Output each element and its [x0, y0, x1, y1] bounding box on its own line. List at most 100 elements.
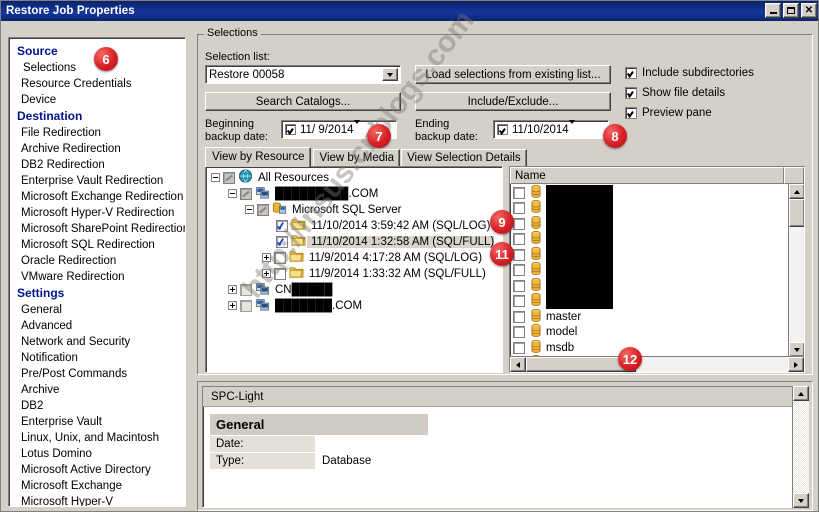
beginning-date-dropdown-icon[interactable]	[353, 119, 360, 136]
scroll-thumb[interactable]	[789, 199, 804, 227]
tree-node-checkbox[interactable]	[276, 219, 288, 232]
list-item-checkbox[interactable]	[513, 264, 525, 277]
expand-plus-icon[interactable]	[228, 285, 237, 294]
scroll-track[interactable]	[789, 227, 804, 342]
preview-pane-option[interactable]: Preview pane	[625, 107, 712, 119]
sidebar-item-lotus-domino[interactable]: Lotus Domino	[9, 446, 185, 462]
sidebar-item-linux-unix-and-macintosh[interactable]: Linux, Unix, and Macintosh	[9, 430, 185, 446]
scroll-right-button[interactable]	[788, 357, 804, 372]
maximize-button[interactable]	[783, 3, 799, 18]
sidebar-item-microsoft-sharepoint-redirection[interactable]: Microsoft SharePoint Redirection	[9, 221, 185, 237]
sidebar-item-microsoft-exchange[interactable]: Microsoft Exchange	[9, 478, 185, 494]
tree-node[interactable]: CN█████	[228, 282, 332, 297]
tree-node-checkbox[interactable]	[257, 203, 269, 216]
list-item[interactable]: master	[510, 308, 784, 325]
sidebar-item-file-redirection[interactable]: File Redirection	[9, 125, 185, 141]
collapse-minus-icon[interactable]	[228, 189, 237, 198]
scroll-left-button[interactable]	[510, 357, 526, 372]
tree-node-checkbox[interactable]	[274, 267, 286, 280]
list-item[interactable]	[510, 277, 784, 294]
preview-pane-checkbox[interactable]	[625, 107, 637, 119]
sidebar-item-db2[interactable]: DB2	[9, 398, 185, 414]
include-subdirectories-option[interactable]: Include subdirectories	[625, 67, 754, 79]
sidebar-item-archive[interactable]: Archive	[9, 382, 185, 398]
include-subdirectories-checkbox[interactable]	[625, 67, 637, 79]
sidebar-item-device[interactable]: Device	[9, 92, 185, 108]
sidebar-item-microsoft-hyper-v[interactable]: Microsoft Hyper-V	[9, 494, 185, 506]
expand-plus-icon[interactable]	[228, 301, 237, 310]
show-file-details-checkbox[interactable]	[625, 87, 637, 99]
sidebar-item-pre-post-commands[interactable]: Pre/Post Commands	[9, 366, 185, 382]
tree-node[interactable]: 11/10/2014 3:59:42 AM (SQL/LOG)	[262, 218, 490, 233]
tree-node[interactable]: 11/10/2014 1:32:58 AM (SQL/FULL)	[262, 234, 495, 249]
search-catalogs-button[interactable]: Search Catalogs...	[205, 92, 401, 111]
list-item[interactable]	[510, 200, 784, 216]
list-item-checkbox[interactable]	[513, 295, 525, 308]
beginning-date-checkbox[interactable]	[285, 124, 296, 135]
list-item-checkbox[interactable]	[513, 202, 525, 215]
show-file-details-option[interactable]: Show file details	[625, 87, 725, 99]
database-list-pane[interactable]: Name mastermodelmsdbSPC-Light	[509, 166, 805, 373]
scroll-up-button[interactable]	[789, 184, 804, 199]
list-horizontal-scrollbar[interactable]	[510, 356, 804, 372]
tree-node[interactable]: 11/9/2014 4:17:28 AM (SQL/LOG)	[262, 250, 482, 265]
list-item[interactable]	[510, 184, 784, 201]
tree-node-checkbox[interactable]	[240, 187, 252, 200]
list-item[interactable]	[510, 246, 784, 263]
list-item[interactable]: msdb	[510, 339, 784, 356]
ending-date-dropdown-icon[interactable]	[568, 119, 575, 136]
list-item-checkbox[interactable]	[513, 279, 525, 292]
sidebar-item-microsoft-active-directory[interactable]: Microsoft Active Directory	[9, 462, 185, 478]
list-item-checkbox[interactable]	[513, 186, 525, 199]
sidebar-item-notification[interactable]: Notification	[9, 350, 185, 366]
list-item[interactable]	[510, 262, 784, 278]
sidebar-item-vmware-redirection[interactable]: VMware Redirection	[9, 269, 185, 285]
column-header-name[interactable]: Name	[510, 167, 784, 190]
list-item-checkbox[interactable]	[513, 310, 525, 323]
collapse-minus-icon[interactable]	[245, 205, 254, 214]
sidebar-item-microsoft-hyper-v-redirection[interactable]: Microsoft Hyper-V Redirection	[9, 205, 185, 221]
sidebar-item-advanced[interactable]: Advanced	[9, 318, 185, 334]
load-selections-button[interactable]: Load selections from existing list...	[415, 65, 611, 84]
preview-scroll-track[interactable]	[793, 401, 809, 493]
navigation-sidebar[interactable]: Source Selections Resource Credentials Devi…	[8, 37, 186, 507]
preview-vertical-scrollbar[interactable]	[792, 386, 809, 508]
tab-view-by-resource[interactable]: View by Resource	[205, 147, 312, 167]
tree-node-checkbox[interactable]	[240, 299, 252, 312]
sidebar-item-enterprise-vault-redirection[interactable]: Enterprise Vault Redirection	[9, 173, 185, 189]
expand-plus-icon[interactable]	[262, 253, 271, 262]
tree-node[interactable]: █████████.COM	[228, 186, 378, 201]
list-item-checkbox[interactable]	[513, 233, 525, 246]
sidebar-item-resource-credentials[interactable]: Resource Credentials	[9, 76, 185, 92]
preview-scroll-down-button[interactable]	[793, 493, 809, 508]
collapse-minus-icon[interactable]	[211, 173, 220, 182]
tree-node[interactable]: ███████.COM	[228, 298, 362, 313]
list-item[interactable]	[510, 293, 784, 309]
preview-scroll-up-button[interactable]	[793, 386, 809, 401]
tree-node-checkbox[interactable]	[223, 171, 235, 184]
close-button[interactable]: ✕	[801, 3, 817, 18]
chevron-down-icon[interactable]	[382, 68, 398, 81]
sidebar-item-microsoft-sql-redirection[interactable]: Microsoft SQL Redirection	[9, 237, 185, 253]
resource-tree-pane[interactable]: All Resources █████████.COM Microsoft SQL …	[205, 166, 503, 373]
list-rows[interactable]: mastermodelmsdbSPC-Light	[510, 184, 784, 371]
scroll-down-button[interactable]	[789, 342, 804, 357]
include-exclude-button[interactable]: Include/Exclude...	[415, 92, 611, 111]
sidebar-item-db2-redirection[interactable]: DB2 Redirection	[9, 157, 185, 173]
ending-date-checkbox[interactable]	[497, 124, 508, 135]
list-item-checkbox[interactable]	[513, 217, 525, 230]
list-item-checkbox[interactable]	[513, 341, 525, 354]
sidebar-item-network-and-security[interactable]: Network and Security	[9, 334, 185, 350]
tab-view-by-media[interactable]: View by Media	[313, 149, 401, 167]
hscroll-track[interactable]	[636, 357, 788, 372]
minimize-button[interactable]	[765, 3, 781, 18]
tree-node[interactable]: All Resources	[211, 169, 329, 185]
tree-node-checkbox[interactable]	[274, 251, 286, 264]
tab-view-selection-details[interactable]: View Selection Details	[401, 149, 527, 167]
sidebar-item-archive-redirection[interactable]: Archive Redirection	[9, 141, 185, 157]
list-item[interactable]: model	[510, 324, 784, 341]
sidebar-item-oracle-redirection[interactable]: Oracle Redirection	[9, 253, 185, 269]
list-item[interactable]	[510, 231, 784, 247]
list-item-checkbox[interactable]	[513, 248, 525, 261]
sidebar-item-general[interactable]: General	[9, 302, 185, 318]
